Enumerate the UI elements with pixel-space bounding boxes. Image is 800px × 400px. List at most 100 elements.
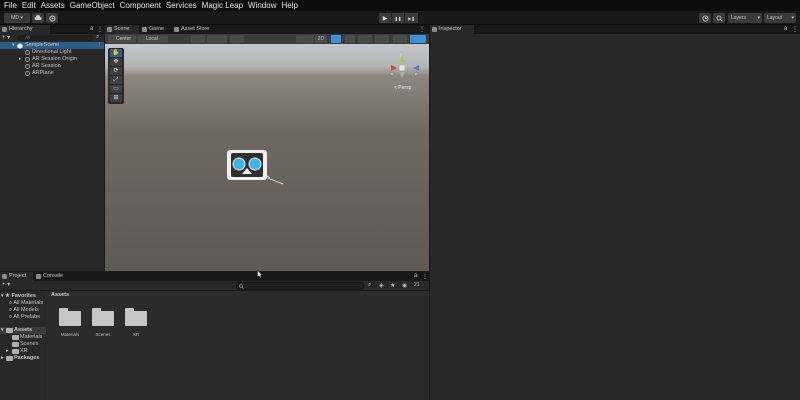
assets-root-row[interactable]: ▾ Assets	[0, 327, 46, 334]
expand-arrow-icon[interactable]: ▸	[19, 56, 22, 63]
favorite-item-label: All Models	[13, 307, 39, 313]
move-tool-button[interactable]: ✥	[110, 58, 122, 66]
draw-mode-dropdown[interactable]	[296, 35, 314, 43]
cloud-icon	[34, 15, 42, 20]
orientation-gizmo[interactable]: y x z	[388, 52, 422, 82]
hand-icon: ✋	[112, 50, 120, 56]
hand-tool-button[interactable]: ✋	[110, 49, 122, 57]
rotate-tool-button[interactable]: ⟳	[110, 67, 122, 75]
audio-toggle[interactable]	[345, 35, 355, 43]
play-button[interactable]: ▶	[379, 13, 392, 23]
tab-hierarchy[interactable]: Hierarchy	[0, 25, 50, 34]
lock-icon[interactable]: a	[414, 273, 417, 279]
folder-tile-icon[interactable]	[125, 308, 147, 326]
menu-file[interactable]: File	[4, 0, 17, 11]
hierarchy-tabbar: Hierarchy a ⋮	[0, 25, 104, 34]
project-search-input[interactable]	[236, 282, 364, 290]
menu-dots-icon[interactable]: ⋮	[419, 26, 425, 33]
camera-settings-button[interactable]	[393, 35, 407, 43]
rect-tool-button[interactable]: ▭	[110, 85, 122, 93]
scene-row[interactable]: ▾ SampleScene ⋮	[0, 42, 104, 49]
account-dropdown[interactable]: MD ▾	[4, 13, 30, 23]
pivot-toggle[interactable]: Center	[108, 35, 136, 43]
pause-button[interactable]: ❚❚	[392, 13, 405, 23]
hidden-packages-icon[interactable]: ◉	[402, 282, 407, 289]
tab-project[interactable]: Project	[0, 272, 33, 281]
hierarchy-item[interactable]: Directional Light	[0, 49, 104, 56]
favorites-row[interactable]: ▾ ★ Favorites	[1, 293, 36, 300]
menu-dots-icon[interactable]: ⋮	[97, 26, 103, 33]
add-button[interactable]: + ▾	[2, 34, 10, 41]
layers-label: Layers	[731, 15, 747, 21]
search-by-label-icon[interactable]: ◈	[379, 282, 384, 289]
search-placeholder: All	[25, 35, 31, 40]
scene-toolbar: Center Local 2D	[105, 34, 429, 44]
menu-window[interactable]: Window	[248, 0, 276, 11]
tab-console[interactable]: Console	[34, 272, 68, 281]
transform-tool-button[interactable]: ⊞	[110, 94, 122, 102]
menu-dots-icon[interactable]: ⋮	[422, 273, 428, 280]
snap-increment-button[interactable]	[207, 35, 227, 43]
hierarchy-item[interactable]: AR Session	[0, 63, 104, 70]
lighting-toggle[interactable]	[331, 35, 341, 43]
tab-game[interactable]: Game	[140, 25, 172, 34]
account-label: MD ▾	[11, 15, 23, 21]
menu-gameobject[interactable]: GameObject	[70, 0, 115, 11]
collab-button[interactable]	[46, 13, 58, 23]
packages-row[interactable]: ▸ Packages	[0, 355, 46, 362]
layout-dropdown[interactable]: Layout ▾	[764, 13, 796, 23]
folder-icon	[12, 342, 19, 347]
expand-arrow-icon[interactable]: ▸	[1, 355, 4, 362]
tab-scene[interactable]: Scene	[105, 25, 139, 34]
lock-icon[interactable]: a	[90, 26, 93, 32]
favorite-item[interactable]: ⌕ All Prefabs	[9, 314, 40, 321]
move-icon: ✥	[113, 59, 119, 65]
asset-folder-row[interactable]: ▸ XR	[0, 348, 46, 355]
hierarchy-search-input[interactable]: All	[17, 35, 93, 41]
breadcrumb[interactable]: Assets	[51, 292, 69, 298]
search-button[interactable]	[713, 13, 725, 23]
hidden-objects-button[interactable]	[375, 35, 389, 43]
folder-tile-icon[interactable]	[92, 308, 114, 326]
layers-dropdown[interactable]: Layers ▾	[728, 13, 762, 23]
asset-folder-row[interactable]: Materials	[0, 334, 46, 341]
favorite-item[interactable]: ⌕ All Materials	[9, 300, 43, 307]
lock-icon[interactable]: a	[784, 26, 787, 32]
cloud-button[interactable]	[32, 13, 44, 23]
expand-arrow-icon[interactable]: ▸	[6, 348, 9, 355]
effects-dropdown[interactable]	[358, 35, 372, 43]
space-toggle[interactable]: Local	[138, 35, 168, 43]
layout-label: Layout	[767, 15, 783, 21]
menu-dots-icon[interactable]: ⋮	[792, 26, 798, 33]
menu-component[interactable]: Component	[120, 0, 161, 11]
menu-services[interactable]: Services	[166, 0, 197, 11]
step-button[interactable]: ▶❚	[405, 13, 418, 23]
menu-dots-icon[interactable]: ⋮	[97, 42, 103, 49]
gizmos-dropdown[interactable]	[410, 35, 426, 43]
asset-folder-row[interactable]: Scenes	[0, 341, 46, 348]
add-asset-button[interactable]: + ▾	[2, 281, 10, 288]
menu-assets[interactable]: Assets	[41, 0, 65, 11]
expand-arrow-icon[interactable]: ▾	[12, 42, 15, 49]
hierarchy-item[interactable]: ▸ AR Session Origin	[0, 56, 104, 63]
grid-button[interactable]	[230, 35, 244, 43]
grid-snap-button[interactable]	[191, 35, 205, 43]
folder-tile-icon[interactable]	[59, 308, 81, 326]
history-button[interactable]	[699, 13, 711, 23]
search-by-type-icon[interactable]: ⌕	[368, 282, 371, 289]
scale-tool-button[interactable]: ⤢	[110, 76, 122, 84]
store-tab-icon	[174, 27, 179, 32]
menu-magic-leap[interactable]: Magic Leap	[202, 0, 243, 11]
toggle-2d-button[interactable]: 2D	[315, 35, 327, 43]
projection-toggle[interactable]: < Persp	[394, 85, 411, 91]
gear-icon	[49, 15, 55, 21]
tab-inspector[interactable]: Inspector	[430, 25, 474, 34]
scene-viewport[interactable]: ✋ ✥ ⟳ ⤢ ▭ ⊞ y x z < Persp	[105, 44, 429, 271]
hierarchy-item[interactable]: ARPlane	[0, 70, 104, 77]
menu-edit[interactable]: Edit	[22, 0, 36, 11]
favorite-star-icon[interactable]: ★	[390, 282, 395, 289]
filter-icon[interactable]: ⌕	[96, 34, 99, 41]
menu-help[interactable]: Help	[281, 0, 297, 11]
tab-asset-store[interactable]: Asset Store	[172, 25, 217, 34]
favorite-item[interactable]: ⌕ All Models	[9, 307, 39, 314]
